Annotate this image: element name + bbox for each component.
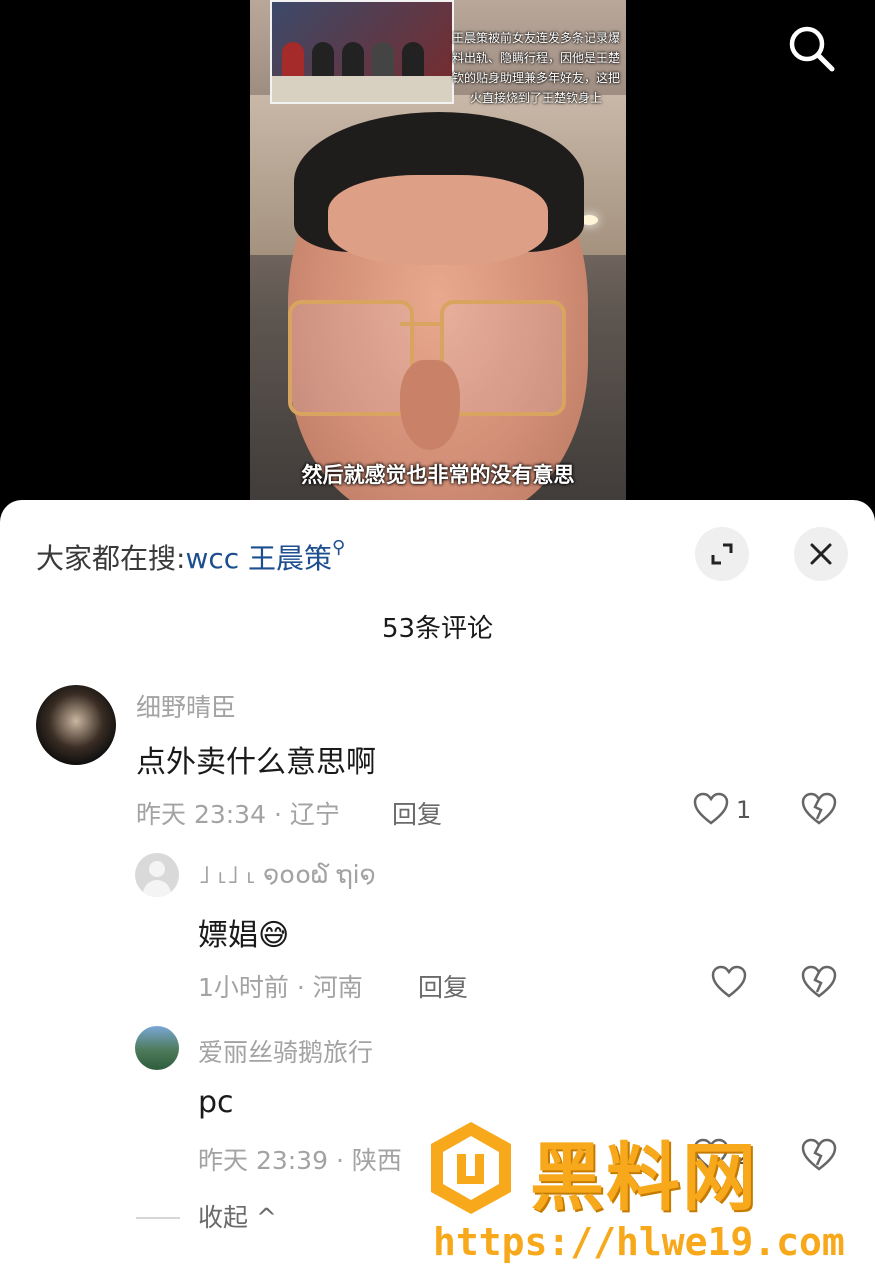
avatar[interactable] <box>135 853 179 897</box>
like-icon[interactable] <box>693 792 729 826</box>
close-button[interactable] <box>794 527 848 581</box>
search-icon: ⚲ <box>332 537 346 558</box>
close-icon <box>810 543 832 565</box>
like-icon[interactable] <box>711 965 747 999</box>
comment-username[interactable]: ˩ ˪˩ ˪ ໑໐໐໖ ຖi໑ <box>198 860 376 890</box>
expand-button[interactable] <box>695 527 749 581</box>
search-icon <box>789 26 835 72</box>
comment-time-location: 昨天 23:39 · 陕西 <box>198 1146 402 1175</box>
collapse-replies-button[interactable]: 收起 ^ <box>198 1198 277 1234</box>
inset-photo <box>270 0 454 104</box>
comment-text: 嫖娼😅 <box>198 918 290 953</box>
video-subtitle: 然后就感觉也非常的没有意思 <box>301 463 575 487</box>
glasses-bridge <box>400 322 440 326</box>
comment-time-location: 1小时前 · 河南 <box>198 973 363 1002</box>
video-frame[interactable]: 王晨策被前女友连发多条记录爆料出轨、隐瞒行程，因他是王楚钦的贴身助理兼多年好友，… <box>250 0 626 520</box>
dislike-icon[interactable] <box>801 965 837 999</box>
comment-text: pc <box>198 1085 234 1120</box>
inset-table <box>272 76 452 102</box>
video-player[interactable]: 王晨策被前女友连发多条记录爆料出轨、隐瞒行程，因他是王楚钦的贴身助理兼多年好友，… <box>0 0 875 520</box>
hot-search-bar[interactable]: 大家都在搜:wcc 王晨策⚲ <box>36 537 345 577</box>
watermark-url: https://hlwe19.com <box>433 1220 845 1264</box>
hot-search-label: 大家都在搜: <box>36 542 186 575</box>
comment-username[interactable]: 细野晴臣 <box>136 688 236 724</box>
hot-search-keyword[interactable]: wcc 王晨策 <box>185 542 332 575</box>
person-nose <box>400 360 460 450</box>
comment-username[interactable]: 爱丽丝骑鹅旅行 <box>198 1033 373 1069</box>
comment-text: 点外卖什么意思啊 <box>136 745 376 780</box>
like-count: 1 <box>736 796 752 824</box>
comments-count: 53条评论 <box>381 614 494 644</box>
reply-button[interactable]: 回复 <box>392 795 442 831</box>
expand-icon <box>711 543 733 565</box>
dislike-icon[interactable] <box>801 792 837 826</box>
watermark-title: 黑料网 <box>530 1135 758 1221</box>
watermark: 黑料网 https://hlwe19.com <box>425 1118 865 1278</box>
comment-time-location: 昨天 23:34 · 辽宁 <box>136 800 340 829</box>
glasses-left-lens <box>288 300 414 416</box>
video-overlay-caption: 王晨策被前女友连发多条记录爆料出轨、隐瞒行程，因他是王楚钦的贴身助理兼多年好友，… <box>451 31 620 105</box>
collapse-divider <box>136 1217 180 1219</box>
watermark-logo-icon <box>431 1122 511 1214</box>
avatar[interactable] <box>36 685 116 765</box>
person-forehead <box>328 175 548 265</box>
avatar[interactable] <box>135 1026 179 1070</box>
reply-button[interactable]: 回复 <box>418 968 468 1004</box>
search-button[interactable] <box>785 22 837 74</box>
